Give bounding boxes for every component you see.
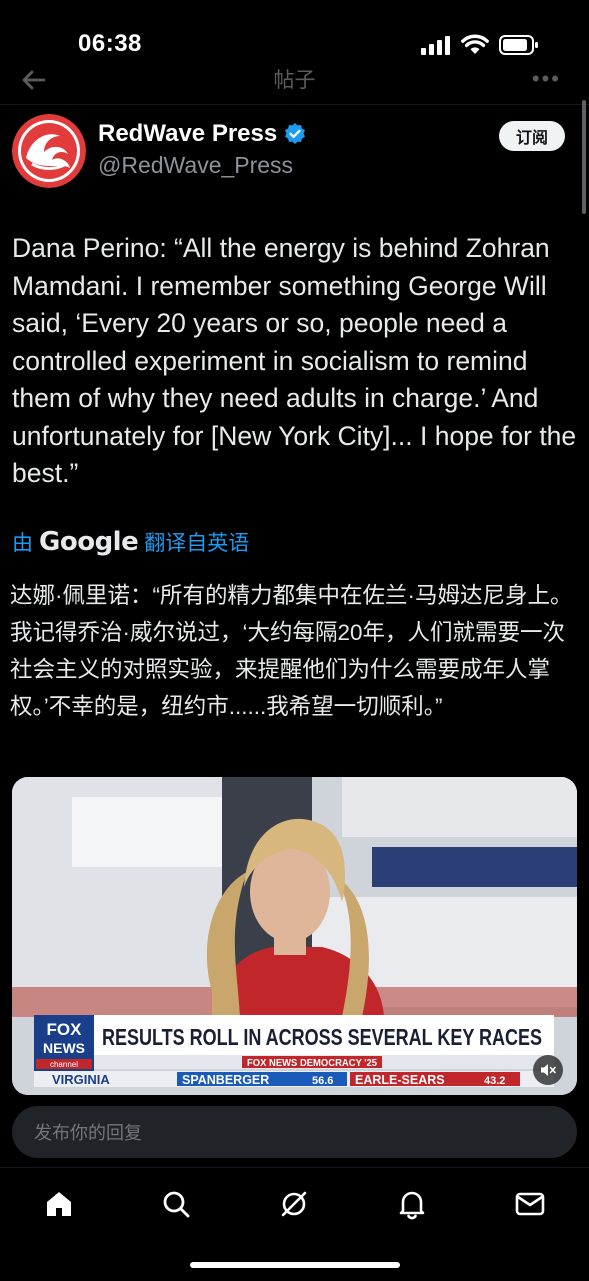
verified-badge-icon	[285, 123, 306, 144]
fox-logo-bottom: NEWS	[43, 1040, 85, 1056]
page-title: 帖子	[273, 69, 316, 92]
translation-suffix: 翻译自英语	[144, 532, 250, 555]
author-name-text[interactable]: RedWave Press	[98, 120, 277, 148]
divider	[0, 104, 589, 105]
reply-input[interactable]: 发布你的回复	[12, 1106, 577, 1158]
avatar[interactable]	[12, 114, 86, 188]
tweet-text: Dana Perino: “All the energy is behind Z…	[12, 233, 577, 488]
tab-grok[interactable]	[274, 1184, 314, 1224]
fox-logo-sub: channel	[50, 1060, 78, 1069]
status-time: 06:38	[78, 30, 142, 57]
sub-banner-text: FOX NEWS DEMOCRACY '25	[247, 1058, 377, 1069]
wifi-icon	[461, 34, 489, 54]
search-icon	[163, 1191, 190, 1218]
status-bar: 06:38	[0, 0, 589, 60]
tab-home[interactable]	[39, 1184, 79, 1224]
battery-icon	[499, 34, 538, 55]
subscribe-button[interactable]: 订阅	[499, 121, 565, 151]
translation-attribution[interactable]: 由 Google 翻译自英语	[12, 527, 249, 557]
notifications-icon	[399, 1191, 425, 1220]
translated-text: 达娜·佩里诺：“所有的精力都集中在佐兰·马姆达尼身上。我记得乔治·威尔说过，‘大…	[10, 583, 573, 719]
google-wordmark: Google	[39, 527, 139, 557]
video-player[interactable]: FOX NEWS channel RESULTS ROLL IN ACROSS …	[12, 777, 577, 1095]
speaker-mute-icon	[541, 1064, 556, 1076]
messages-icon	[515, 1192, 545, 1216]
tab-notifications[interactable]	[392, 1184, 432, 1224]
grok-icon	[281, 1191, 307, 1217]
candidate-1-pct: 56.6	[312, 1075, 333, 1087]
scrollbar[interactable]	[582, 100, 586, 214]
home-icon	[47, 1192, 71, 1216]
reply-bar: 发布你的回复	[0, 1095, 589, 1167]
tab-messages[interactable]	[510, 1184, 550, 1224]
candidate-2-pct: 43.2	[484, 1075, 505, 1087]
state-label: VIRGINIA	[52, 1072, 110, 1087]
tab-search[interactable]	[156, 1184, 196, 1224]
fox-logo-top: FOX	[47, 1020, 83, 1039]
candidate-1-name: SPANBERGER	[182, 1073, 269, 1087]
status-icons	[421, 34, 539, 55]
author-handle[interactable]: @RedWave_Press	[98, 152, 293, 179]
candidate-2-name: EARLE-SEARS	[355, 1073, 445, 1087]
cellular-signal-icon	[421, 35, 450, 55]
translation-prefix: 由	[12, 532, 33, 555]
nav-bar: 帖子 •••	[0, 58, 589, 104]
headline-text: RESULTS ROLL IN ACROSS SEVERAL KEY RACES	[102, 1024, 542, 1050]
author-name[interactable]: RedWave Press	[98, 120, 307, 148]
video-frame: FOX NEWS channel RESULTS ROLL IN ACROSS …	[12, 777, 577, 1095]
more-options-button[interactable]: •••	[532, 68, 561, 90]
unmute-button[interactable]	[533, 1055, 563, 1085]
redwave-logo-icon	[12, 114, 86, 188]
home-indicator[interactable]	[190, 1262, 400, 1268]
